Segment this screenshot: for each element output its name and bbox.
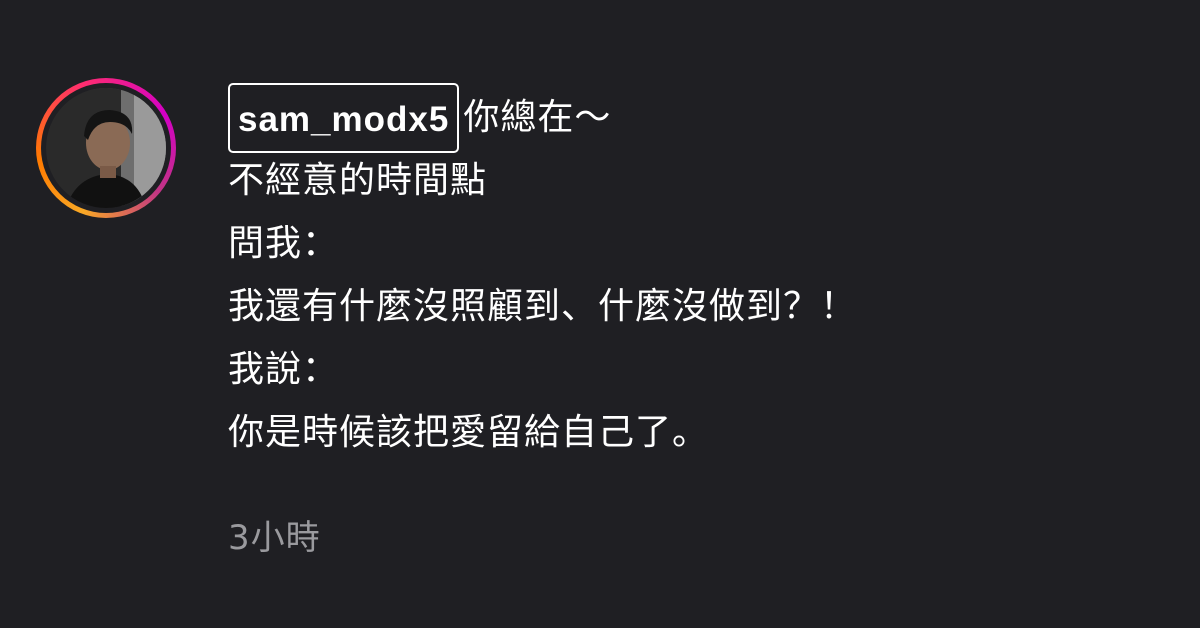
comment-body: sam_modx5 你總在～ 不經意的時間點 問我： 我還有什麼沒照顧到、什麼沒… <box>228 82 1168 464</box>
author-username-link[interactable]: sam_modx5 <box>228 82 460 153</box>
story-ring[interactable] <box>36 78 176 218</box>
avatar[interactable] <box>46 88 166 208</box>
comment-text-line: 我還有什麼沒照顧到、什麼沒做到？！ <box>228 286 858 327</box>
comment-text-line: 我說： <box>228 349 340 390</box>
comment-text-line: 你是時候該把愛留給自己了。 <box>228 412 710 453</box>
comment-timestamp: 3小時 <box>228 518 321 558</box>
comment-screenshot: sam_modx5 你總在～ 不經意的時間點 問我： 我還有什麼沒照顧到、什麼沒… <box>0 0 1200 628</box>
comment-text-line: 問我： <box>228 223 340 264</box>
comment-first-line: sam_modx5 你總在～ <box>228 82 1168 153</box>
comment-text-line: 不經意的時間點 <box>228 160 488 201</box>
comment-text-line: 你總在～ <box>463 97 612 138</box>
avatar-person-icon <box>46 88 166 208</box>
